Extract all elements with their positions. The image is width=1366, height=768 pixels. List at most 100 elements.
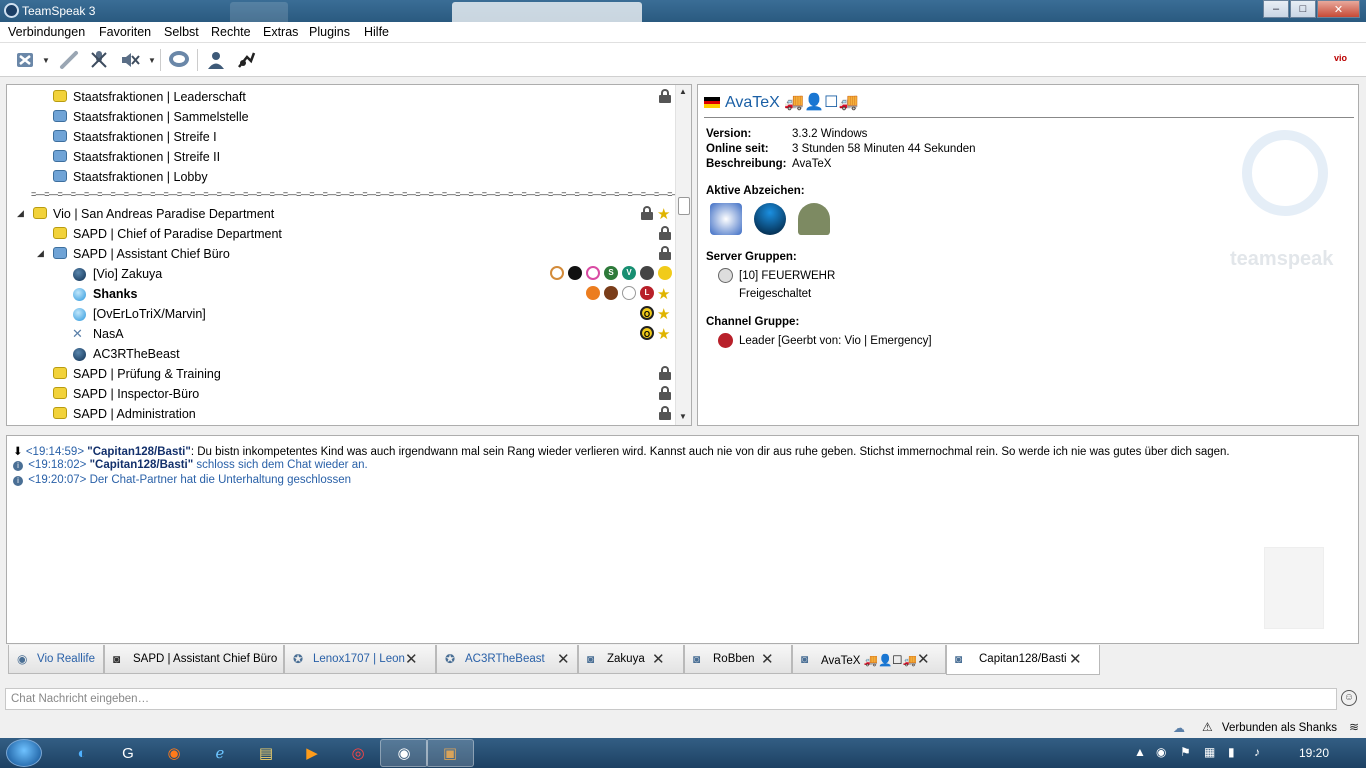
chrome-icon[interactable]: ◎ <box>334 739 382 767</box>
tree-row-user[interactable]: ✕ NasA O ★ <box>7 324 677 344</box>
tree-row-channel[interactable]: SAPD | Administration <box>7 404 677 424</box>
headset-badge-icon <box>550 266 564 280</box>
menu-plugins[interactable]: Plugins <box>309 25 350 39</box>
tab-robben[interactable]: ◙ RoBben ✕ <box>684 645 792 674</box>
tree-row-channel[interactable]: Staatsfraktionen | Streife I <box>7 127 677 147</box>
channel-label: Staatsfraktionen | Lobby <box>73 170 208 184</box>
volume-tray-icon[interactable]: ♪ <box>1254 745 1260 759</box>
tab-lenox1707[interactable]: ✪ Lenox1707 | Leon ✕ <box>284 645 436 674</box>
spacer-channel[interactable]: =—=—=—=—=—=—=—=—=—=—=—=—=—=—=—=—=—=—=—=—… <box>31 191 677 197</box>
mute-microphone-icon[interactable] <box>86 48 112 72</box>
menu-extras[interactable]: Extras <box>263 25 298 39</box>
channel-label: Staatsfraktionen | Sammelstelle <box>73 110 249 124</box>
tree-row-user[interactable]: [Vio] Zakuya S V <box>7 264 677 284</box>
channel-label: Vio | San Andreas Paradise Department <box>53 207 275 221</box>
channel-tree[interactable]: Staatsfraktionen | Leaderschaft Staatsfr… <box>6 84 692 426</box>
tree-row-channel[interactable]: ◢ Vio | San Andreas Paradise Department … <box>7 204 677 224</box>
flag-tray-icon[interactable]: ⚑ <box>1180 745 1191 759</box>
close-icon[interactable]: ✕ <box>1069 650 1082 668</box>
tree-row-channel[interactable]: Staatsfraktionen | Streife II <box>7 147 677 167</box>
close-icon[interactable]: ✕ <box>652 650 665 668</box>
menu-verbindungen[interactable]: Verbindungen <box>8 25 85 39</box>
contacts-icon[interactable] <box>203 48 229 72</box>
tree-row-channel[interactable]: ◢ SAPD | Assistant Chief Büro <box>7 244 677 264</box>
tab-capitan128-basti[interactable]: ◙ Capitan128/Basti ✕ <box>946 645 1100 675</box>
channel-group-heading: Channel Gruppe: <box>706 316 800 328</box>
close-button[interactable]: ✕ <box>1317 0 1360 18</box>
tree-row-channel[interactable]: Staatsfraktionen | Lobby <box>7 167 677 187</box>
tree-row-user[interactable]: Shanks L ★ <box>7 284 677 304</box>
menu-selbst[interactable]: Selbst <box>164 25 199 39</box>
tree-row-user[interactable]: AC3RTheBeast <box>7 344 677 364</box>
scrollbar-thumb[interactable] <box>678 197 690 215</box>
maximize-button[interactable]: □ <box>1290 0 1316 18</box>
scroll-down-icon[interactable]: ▼ <box>679 412 687 421</box>
emoji-icon[interactable]: ☺ <box>1341 690 1357 706</box>
private-chat-icon: ✪ <box>293 652 304 666</box>
chat-log[interactable]: ⬇ <19:14:59> "Capitan128/Basti": Du bist… <box>6 435 1359 644</box>
expand-arrow-icon[interactable]: ◢ <box>17 208 24 219</box>
signal-tray-icon[interactable]: ▮ <box>1228 745 1235 759</box>
chat-message-input[interactable] <box>5 688 1337 710</box>
warning-icon[interactable]: ⚠ <box>1202 720 1213 734</box>
tab-label: Capitan128/Basti <box>979 653 1067 665</box>
close-icon[interactable]: ✕ <box>405 650 418 668</box>
tree-row-channel[interactable]: SAPD | Chief of Paradise Department <box>7 224 677 244</box>
ie-icon[interactable]: ℯ <box>196 739 244 767</box>
explorer-icon[interactable]: ▤ <box>242 739 290 767</box>
minimize-button[interactable]: – <box>1263 0 1289 18</box>
tree-row-channel[interactable]: Staatsfraktionen | Sammelstelle <box>7 107 677 127</box>
close-icon[interactable]: ✕ <box>917 650 930 668</box>
edge-icon[interactable]: ◐ <box>58 739 106 767</box>
google-icon[interactable]: G <box>104 739 152 767</box>
chat-icon[interactable] <box>166 48 192 72</box>
tab-ac3rthebeast[interactable]: ✪ AC3RTheBeast ✕ <box>436 645 578 674</box>
tree-row-channel[interactable]: Staatsfraktionen | Leaderschaft <box>7 87 677 107</box>
game-task-icon[interactable]: ▣ <box>426 739 474 767</box>
whisper-icon[interactable] <box>233 48 259 72</box>
disconnect-icon[interactable] <box>12 48 38 72</box>
leader-icon <box>718 333 733 348</box>
close-icon[interactable]: ✕ <box>557 650 570 668</box>
media-player-icon[interactable]: ▶ <box>288 739 336 767</box>
tab-avatex[interactable]: ◙ AvaTeX 🚚👤☐🚚 ✕ <box>792 645 946 674</box>
tab-vio-reallife[interactable]: ◉ Vio Reallife <box>8 645 104 674</box>
away-icon[interactable] <box>56 48 82 72</box>
tree-row-user[interactable]: [OvErLoTriX/Marvin] O ★ <box>7 304 677 324</box>
message-sender[interactable]: "Capitan128/Basti" <box>90 459 194 471</box>
teamspeak-tray-icon[interactable]: ◉ <box>1156 745 1166 759</box>
tree-row-channel[interactable]: SAPD | Inspector-Büro <box>7 384 677 404</box>
tray-expand-icon[interactable]: ▲ <box>1134 745 1146 759</box>
menu-hilfe[interactable]: Hilfe <box>364 25 389 39</box>
expand-arrow-icon[interactable]: ◢ <box>37 248 44 259</box>
star-icon: ★ <box>657 306 671 323</box>
user-label: NasA <box>93 327 124 341</box>
tab-zakuya[interactable]: ◙ Zakuya ✕ <box>578 645 684 674</box>
cloud-icon[interactable]: ☁ <box>1173 721 1185 735</box>
v-badge-icon: V <box>622 266 636 280</box>
teamspeak-icon <box>4 3 19 18</box>
firefox-icon[interactable]: ◉ <box>150 739 198 767</box>
clock[interactable]: 19:20 <box>1299 746 1329 760</box>
device-tray-icon[interactable]: ▦ <box>1204 745 1215 759</box>
scroll-up-icon[interactable]: ▲ <box>679 87 687 96</box>
lock-icon <box>659 89 671 103</box>
channel-label: SAPD | Administration <box>73 407 196 421</box>
teamspeak-task-icon[interactable]: ◉ <box>380 739 428 767</box>
channel-label: Staatsfraktionen | Streife II <box>73 150 221 164</box>
message-sender[interactable]: "Capitan128/Basti" <box>87 446 191 458</box>
start-button[interactable] <box>6 739 42 767</box>
tab-label: RoBben <box>713 653 755 665</box>
tab-sapd-assistant-chief[interactable]: ◙ SAPD | Assistant Chief Büro <box>104 645 284 674</box>
private-chat-icon: ✪ <box>445 652 456 666</box>
chevron-down-icon[interactable]: ▼ <box>148 56 156 65</box>
tree-scrollbar[interactable]: ▲ ▼ <box>675 85 691 425</box>
close-icon[interactable]: ✕ <box>761 650 774 668</box>
menu-rechte[interactable]: Rechte <box>211 25 251 39</box>
tree-row-channel[interactable]: SAPD | Prüfung & Training <box>7 364 677 384</box>
mute-speakers-icon[interactable] <box>117 48 143 72</box>
channel-label: Staatsfraktionen | Leaderschaft <box>73 90 246 104</box>
chevron-down-icon[interactable]: ▼ <box>42 56 50 65</box>
message-text: Der Chat-Partner hat die Unterhaltung ge… <box>86 474 352 486</box>
menu-favoriten[interactable]: Favoriten <box>99 25 151 39</box>
